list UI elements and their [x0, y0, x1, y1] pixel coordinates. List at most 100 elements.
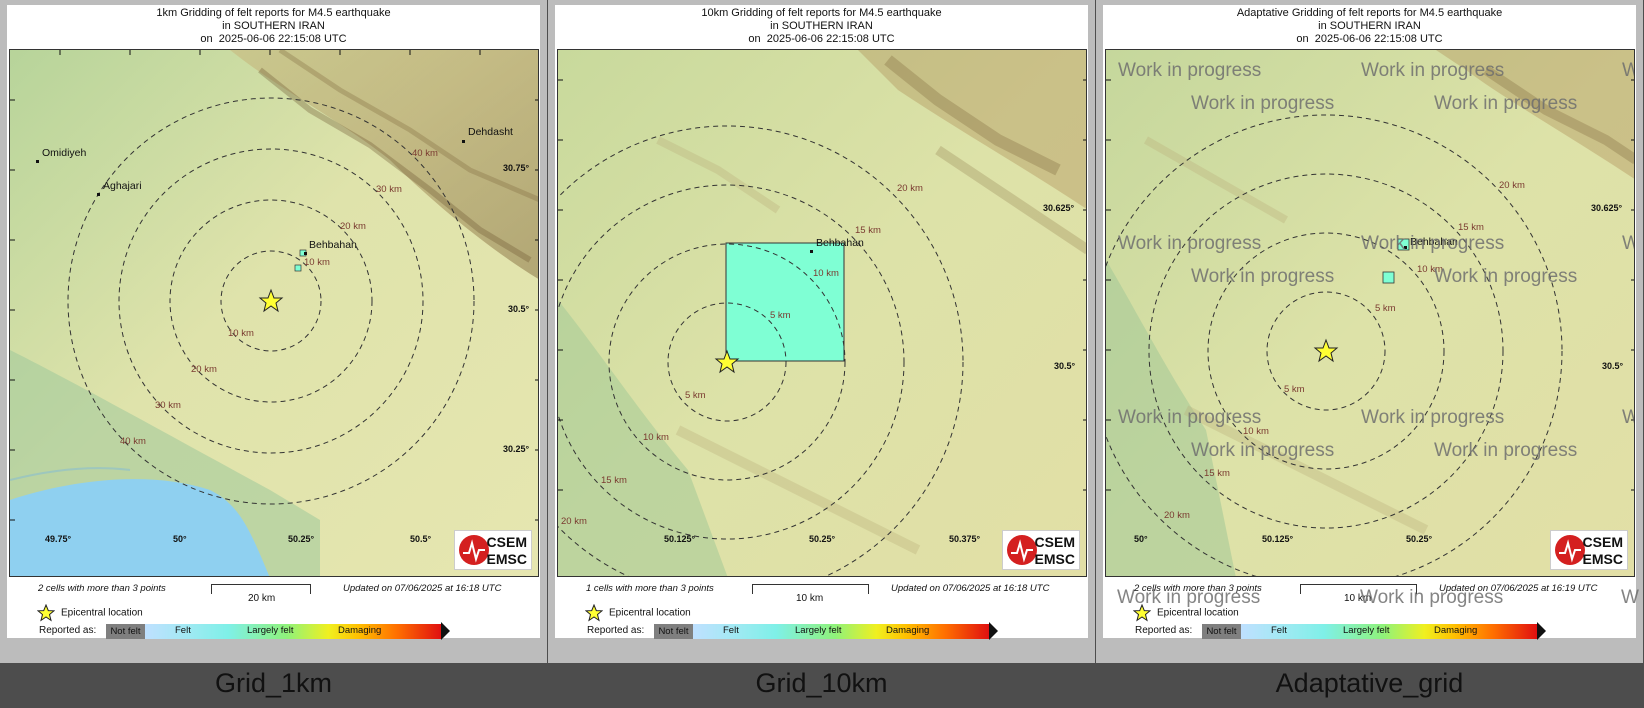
emsc-logo: CSEM EMSC — [1550, 530, 1628, 570]
watermark: Work in progress — [1118, 407, 1262, 428]
lon-tick-label: 50.125° — [1262, 534, 1294, 544]
city-label: Behbahan — [816, 237, 864, 249]
colorbar-arrow — [1537, 622, 1546, 640]
ring-label: 15 km — [855, 225, 881, 236]
grid-cell — [725, 242, 845, 362]
legend-epicentral-label: Epicentral location — [609, 607, 691, 619]
ring-label: 10 km — [228, 328, 254, 339]
lon-tick-label: 50.25° — [809, 534, 836, 544]
watermark: Work in progress — [1360, 587, 1504, 608]
panel-caption: Adaptative_grid — [1275, 668, 1464, 698]
legend-epicentral: Epicentral location — [585, 604, 691, 622]
lon-tick-label: 50° — [173, 534, 187, 544]
ring-label: 20 km — [1164, 510, 1190, 521]
map-title-line: on 2025-06-06 22:15:08 UTC — [1296, 33, 1443, 45]
cells-count: 1 cells with more than 3 points — [586, 583, 714, 594]
colorbar-largely-felt: Largely felt — [1343, 624, 1390, 636]
map-title-line: on 2025-06-06 22:15:08 UTC — [748, 33, 895, 45]
cells-count: 2 cells with more than 3 points — [38, 583, 166, 594]
watermark: Work in progress — [1191, 93, 1335, 114]
panel-grid-1km: 1km Gridding of felt reports for M4.5 ea… — [0, 0, 547, 698]
emsc-logo: CSEM EMSC — [454, 530, 532, 570]
panel-adaptative-grid: Adaptative Gridding of felt reports for … — [1096, 0, 1643, 698]
colorbar-gradient: Felt Largely felt Damaging — [1241, 623, 1537, 639]
lon-tick-label: 50° — [1134, 534, 1148, 544]
watermark: W — [1622, 233, 1634, 255]
panel-caption: Grid_1km — [214, 668, 333, 698]
emsc-logo: CSEM EMSC — [1002, 530, 1080, 570]
star-icon — [37, 604, 55, 622]
map-title-line: 1km Gridding of felt reports for M4.5 ea… — [156, 7, 391, 19]
watermark: Work in progress — [1434, 440, 1578, 461]
lat-tick-label: 30.5° — [1054, 361, 1076, 371]
figure: 1km Gridding of felt reports for M4.5 ea… — [0, 0, 1644, 708]
lon-tick-label: 50.25° — [288, 534, 315, 544]
colorbar-gradient: Felt Largely felt Damaging — [145, 623, 441, 639]
watermark: W — [1621, 587, 1639, 608]
colorbar-damaging: Damaging — [1434, 624, 1478, 636]
city-label: Omidiyeh — [42, 147, 87, 159]
colorbar-felt: Felt — [1271, 624, 1287, 636]
colorbar-not-felt: Not felt — [654, 623, 693, 639]
lat-tick-label: 30.25° — [503, 444, 530, 454]
city-label: Aghajari — [103, 180, 142, 192]
colorbar-gradient: Felt Largely felt Damaging — [693, 623, 989, 639]
lon-tick-label: 50.375° — [949, 534, 981, 544]
watermark: Work in progress — [1118, 60, 1262, 81]
lat-tick-label: 30.75° — [503, 163, 530, 173]
watermark: Work in progress — [1117, 587, 1261, 608]
map-sheet: 1km Gridding of felt reports for M4.5 ea… — [7, 5, 540, 640]
colorbar-not-felt: Not felt — [106, 623, 145, 639]
ring-label: 10 km — [304, 257, 330, 268]
terrain-layer — [1106, 50, 1634, 576]
map-footer: 2 cells with more than 3 points 20 km Up… — [7, 577, 540, 640]
ring-label: 5 km — [685, 390, 706, 401]
legend-epicentral-label: Epicentral location — [61, 607, 143, 619]
map-area[interactable]: Behbahan 5 km 5 km 10 km 10 km 15 km 15 … — [1105, 49, 1635, 577]
grid-cell — [294, 264, 302, 272]
ring-label: 20 km — [897, 183, 923, 194]
ring-label: 40 km — [120, 436, 146, 447]
colorbar-largely-felt: Largely felt — [247, 624, 294, 636]
logo-text: CSEM — [486, 534, 527, 550]
updated-text: Updated on 07/06/2025 at 16:18 UTC — [891, 583, 1050, 594]
ring-label: 30 km — [155, 400, 181, 411]
map-title-line: in SOUTHERN IRAN — [222, 20, 325, 32]
terrain-layer — [558, 50, 1086, 576]
map-title: Adaptative Gridding of felt reports for … — [1103, 7, 1636, 46]
watermark: Work in progress — [1191, 440, 1335, 461]
intensity-colorbar: Not felt Felt Largely felt Damaging — [1202, 622, 1546, 640]
intensity-colorbar: Not felt Felt Largely felt Damaging — [654, 622, 998, 640]
map-title-line: 10km Gridding of felt reports for M4.5 e… — [701, 7, 942, 19]
logo-text: CSEM — [1582, 534, 1623, 550]
scale-label: 10 km — [796, 593, 824, 604]
map-footer: 2 cells with more than 3 points 10 km Up… — [1103, 577, 1639, 640]
lon-tick-label: 50.125° — [664, 534, 696, 544]
scale-label: 20 km — [248, 593, 276, 604]
map-title-line: in SOUTHERN IRAN — [770, 20, 873, 32]
watermark: Work in progress — [1361, 407, 1505, 428]
ring-label: 40 km — [412, 148, 438, 159]
colorbar-not-felt: Not felt — [1202, 623, 1241, 639]
logo-text: EMSC — [486, 551, 527, 567]
map-title: 10km Gridding of felt reports for M4.5 e… — [555, 7, 1088, 46]
colorbar-damaging: Damaging — [338, 624, 382, 636]
watermark: Work in progress — [1118, 233, 1262, 254]
map-footer: 1 cells with more than 3 points 10 km Up… — [555, 577, 1088, 640]
panel-grid-10km: 10km Gridding of felt reports for M4.5 e… — [548, 0, 1095, 698]
map-area[interactable]: Behbahan 5 km 5 km 10 km 10 km 15 km 15 … — [557, 49, 1087, 577]
legend-epicentral-label: Epicentral location — [1157, 607, 1239, 619]
star-icon — [585, 604, 603, 622]
reported-as-label: Reported as: — [39, 625, 97, 636]
watermark: Work in progress — [1361, 60, 1505, 81]
ring-label: 10 km — [643, 432, 669, 443]
colorbar-arrow — [441, 622, 450, 640]
map-title-line: Adaptative Gridding of felt reports for … — [1236, 7, 1503, 19]
map-area[interactable]: Omidiyeh Aghajari Behbahan Dehdasht 10 k… — [9, 49, 539, 577]
map-title: 1km Gridding of felt reports for M4.5 ea… — [7, 7, 540, 46]
logo-text: EMSC — [1582, 551, 1623, 567]
terrain-layer — [10, 50, 538, 576]
reported-as-label: Reported as: — [1135, 625, 1193, 636]
ring-label: 10 km — [813, 268, 839, 279]
updated-text: Updated on 07/06/2025 at 16:18 UTC — [343, 583, 502, 594]
